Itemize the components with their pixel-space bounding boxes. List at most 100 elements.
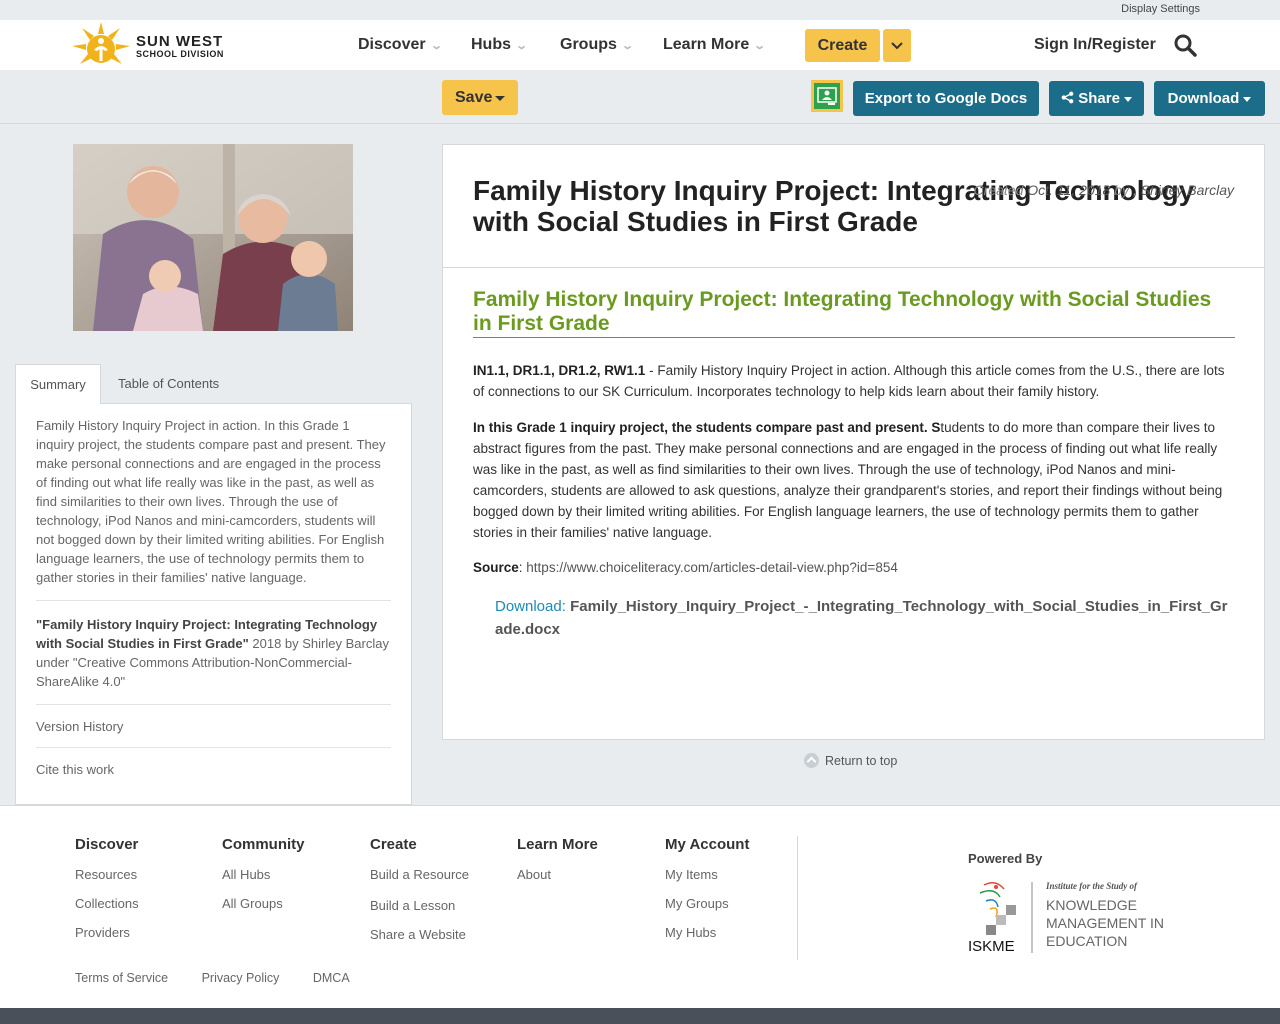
created-label: Created <box>973 182 1024 198</box>
footer-link-all-hubs[interactable]: All Hubs <box>222 865 305 884</box>
google-classroom-icon[interactable] <box>811 80 843 112</box>
sidebar-panel: Family History Inquiry Project in action… <box>15 403 412 805</box>
caret-down-icon <box>495 96 505 101</box>
legal-links: Terms of Service Privacy Policy DMCA <box>75 971 380 985</box>
privacy-policy-link[interactable]: Privacy Policy <box>202 971 280 985</box>
caret-down-icon <box>1243 96 1252 102</box>
footer-col-create: Create Build a Resource Build a Lesson S… <box>370 836 469 954</box>
download-button[interactable]: Download <box>1154 81 1265 116</box>
chevron-down-icon: ⌄ <box>621 40 634 52</box>
terms-of-service-link[interactable]: Terms of Service <box>75 971 168 985</box>
footer-link-all-groups[interactable]: All Groups <box>222 894 305 913</box>
footer-heading: My Account <box>665 836 750 853</box>
svg-text:EDUCATION: EDUCATION <box>1046 933 1127 949</box>
iskme-logo-graphic: ISKME Institute for the Study of KNOWLED… <box>968 881 1164 955</box>
nav-discover-label: Discover <box>358 36 426 53</box>
divider <box>36 747 391 748</box>
nav-groups-label: Groups <box>560 36 617 53</box>
google-classroom-icon-inner <box>814 83 840 109</box>
chevron-down-icon <box>891 41 903 49</box>
footer-col-learn-more: Learn More About <box>517 836 598 894</box>
nav-hubs[interactable]: Hubs ⌄ <box>471 36 529 54</box>
iskme-mark: ISKME <box>968 938 1015 954</box>
chevron-down-icon: ⌄ <box>429 40 443 52</box>
display-settings-link[interactable]: Display Settings <box>1121 3 1200 15</box>
share-icon <box>1061 91 1074 104</box>
logo-name: SUN WEST <box>136 33 224 50</box>
arrow-up-circle-icon <box>804 753 819 768</box>
sun-west-logo[interactable]: SUN WEST SCHOOL DIVISION <box>70 20 240 70</box>
footer-link-collections[interactable]: Collections <box>75 894 139 913</box>
footer-link-share-website[interactable]: Share a Website <box>370 925 469 944</box>
footer-heading: Learn More <box>517 836 598 853</box>
signin-register-link[interactable]: Sign In/Register <box>1034 36 1156 54</box>
footer-link-build-resource[interactable]: Build a Resource <box>370 865 469 884</box>
paragraph-2-text: tudents to do more than compare their li… <box>473 420 1223 540</box>
share-button[interactable]: Share <box>1049 81 1144 116</box>
paragraph-1: IN1.1, DR1.1, DR1.2, RW1.1 - Family Hist… <box>473 360 1233 402</box>
create-button[interactable]: Create <box>805 29 880 62</box>
download-button-label: Download <box>1167 90 1240 107</box>
footer-col-my-account: My Account My Items My Groups My Hubs <box>665 836 749 952</box>
family-photo <box>73 144 353 331</box>
bottom-bar <box>0 1008 1280 1024</box>
export-google-docs-button[interactable]: Export to Google Docs <box>853 81 1039 116</box>
footer-link-my-hubs[interactable]: My Hubs <box>665 923 749 942</box>
paragraph-2-lead: In this Grade 1 inquiry project, the stu… <box>473 420 941 435</box>
chevron-down-icon: ⌄ <box>753 40 767 52</box>
paragraph-2: In this Grade 1 inquiry project, the stu… <box>473 417 1233 543</box>
main-navbar: SUN WEST SCHOOL DIVISION Discover ⌄ Hubs ⌄… <box>0 20 1280 70</box>
create-dropdown-toggle[interactable] <box>883 29 911 62</box>
curriculum-codes: IN1.1, DR1.1, DR1.2, RW1.1 <box>473 363 646 378</box>
logo-subname: SCHOOL DIVISION <box>136 49 224 59</box>
save-button-label: Save <box>455 89 493 106</box>
footer-col-community: Community All Hubs All Groups <box>222 836 305 923</box>
footer-heading: Community <box>222 836 305 853</box>
footer-link-build-lesson[interactable]: Build a Lesson <box>370 896 469 915</box>
version-history-link[interactable]: Version History <box>36 719 391 734</box>
iskme-logo[interactable]: ISKME Institute for the Study of KNOWLED… <box>966 879 1171 955</box>
nav-discover[interactable]: Discover ⌄ <box>358 36 443 54</box>
svg-text:MANAGEMENT IN: MANAGEMENT IN <box>1046 915 1164 931</box>
footer-heading: Create <box>370 836 417 853</box>
footer-link-resources[interactable]: Resources <box>75 865 139 884</box>
license-citation: "Family History Inquiry Project: Integra… <box>36 615 391 691</box>
classroom-person-icon <box>817 87 837 105</box>
nav-hubs-label: Hubs <box>471 36 511 53</box>
tab-summary[interactable]: Summary <box>15 364 101 404</box>
summary-text: Family History Inquiry Project in action… <box>36 418 386 585</box>
footer-divider <box>797 836 798 960</box>
author-link[interactable]: Shirley Barclay <box>1141 182 1234 198</box>
save-button[interactable]: Save <box>442 80 518 115</box>
resource-content-card: Family History Inquiry Project: Integrat… <box>442 144 1265 740</box>
footer-heading: Discover <box>75 836 139 853</box>
source-line: Source: https://www.choiceliteracy.com/a… <box>473 560 898 575</box>
footer-link-my-items[interactable]: My Items <box>665 865 749 884</box>
nav-groups[interactable]: Groups ⌄ <box>560 36 634 54</box>
chevron-down-icon: ⌄ <box>515 40 529 52</box>
download-attachment[interactable]: Download: Family_History_Inquiry_Project… <box>495 595 1235 641</box>
nav-learn-more-label: Learn More <box>663 36 750 53</box>
content-header: Family History Inquiry Project: Integrat… <box>443 145 1264 268</box>
source-url-link[interactable]: https://www.choiceliteracy.com/articles-… <box>526 560 898 575</box>
cite-this-work-link[interactable]: Cite this work <box>36 762 391 777</box>
powered-by-label: Powered By <box>968 851 1043 866</box>
dmca-link[interactable]: DMCA <box>313 971 350 985</box>
source-label: Source <box>473 560 519 575</box>
created-date: Oct. 11, 2018 <box>1027 182 1111 198</box>
return-to-top-label: Return to top <box>825 754 898 768</box>
return-to-top-link[interactable]: Return to top <box>804 753 897 768</box>
divider <box>36 704 391 705</box>
top-strip: Display Settings <box>0 0 1280 20</box>
resource-thumbnail-image <box>73 144 353 331</box>
site-footer: Discover Resources Collections Providers… <box>0 805 1280 1008</box>
divider <box>36 600 391 601</box>
tab-table-of-contents[interactable]: Table of Contents <box>118 364 219 404</box>
svg-text:KNOWLEDGE: KNOWLEDGE <box>1046 897 1137 913</box>
search-icon[interactable] <box>1173 33 1197 57</box>
footer-link-my-groups[interactable]: My Groups <box>665 894 749 913</box>
nav-learn-more[interactable]: Learn More ⌄ <box>663 36 767 54</box>
footer-link-providers[interactable]: Providers <box>75 923 139 942</box>
footer-link-about[interactable]: About <box>517 865 598 884</box>
caret-down-icon <box>1123 96 1132 102</box>
